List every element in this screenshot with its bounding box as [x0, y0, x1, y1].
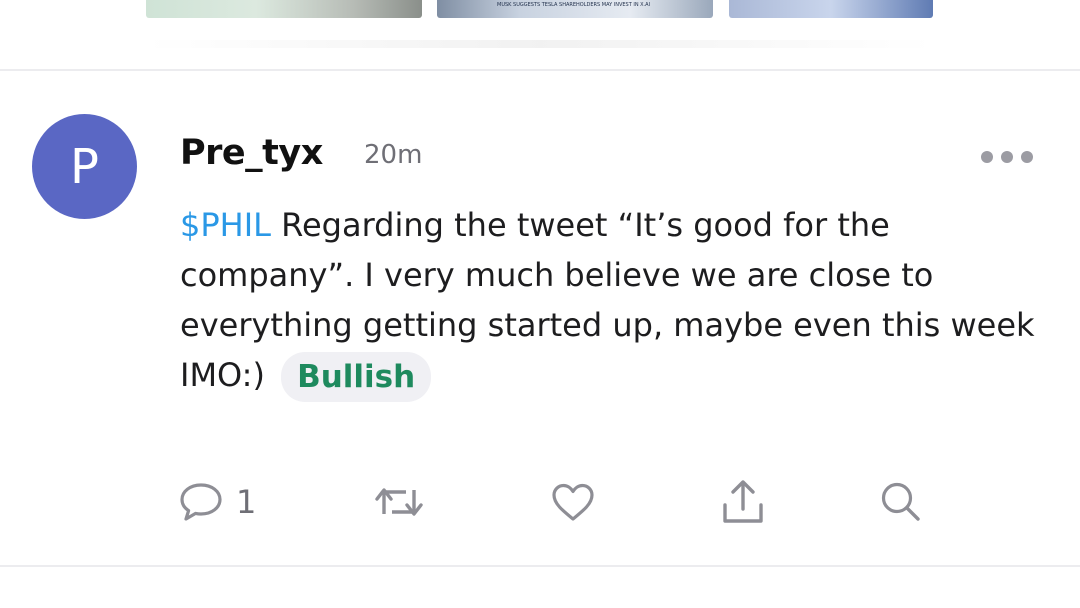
sentiment-badge: Bullish: [281, 352, 432, 402]
comment-button[interactable]: 1: [178, 470, 256, 534]
repost-button[interactable]: [372, 470, 426, 534]
media-strip: MUSK SUGGESTS TESLA SHAREHOLDERS MAY INV…: [0, 0, 1080, 70]
like-button[interactable]: [550, 470, 596, 534]
post-timestamp: 20m: [364, 140, 423, 170]
repost-icon: [375, 488, 423, 516]
ticker-link[interactable]: $PHIL: [180, 206, 271, 244]
media-thumbnail[interactable]: [729, 0, 933, 18]
share-button[interactable]: [718, 470, 768, 534]
post-body: $PHIL Regarding the tweet “It’s good for…: [180, 200, 1040, 402]
search-icon: [881, 482, 920, 521]
menu-dot: [1021, 151, 1033, 163]
previous-post-faded-row: [146, 40, 933, 48]
post-actions: 1: [0, 470, 1080, 534]
comment-count: 1: [236, 483, 257, 521]
post-divider: [0, 69, 1080, 71]
search-button[interactable]: [878, 470, 924, 534]
post-divider: [0, 565, 1080, 567]
like-icon: [552, 483, 594, 521]
username[interactable]: Pre_tyx: [180, 133, 323, 173]
media-thumbnail[interactable]: [146, 0, 422, 18]
menu-dot: [981, 151, 993, 163]
menu-dot: [1001, 151, 1013, 163]
avatar[interactable]: P: [32, 114, 137, 219]
media-thumbnail[interactable]: MUSK SUGGESTS TESLA SHAREHOLDERS MAY INV…: [437, 0, 713, 18]
more-options-icon[interactable]: [972, 142, 1042, 172]
comment-icon: [180, 483, 222, 521]
share-icon: [723, 480, 763, 523]
thumbnail-caption: MUSK SUGGESTS TESLA SHAREHOLDERS MAY INV…: [497, 2, 651, 8]
avatar-initial: P: [70, 138, 99, 195]
